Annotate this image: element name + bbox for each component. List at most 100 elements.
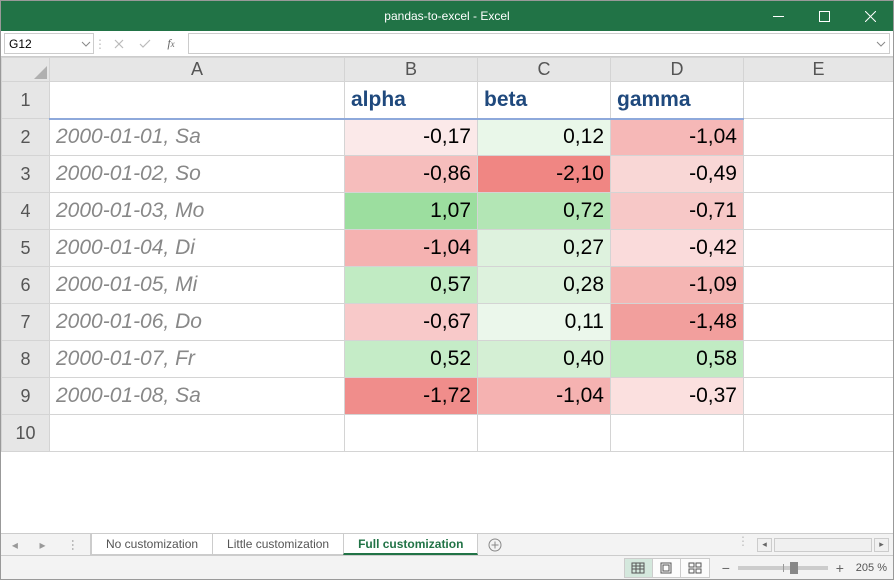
- maximize-button[interactable]: [801, 1, 847, 31]
- formula-input-wrap[interactable]: [188, 33, 890, 54]
- insert-function-button[interactable]: fx: [158, 33, 184, 55]
- cell[interactable]: 2000-01-05, Mi: [50, 267, 345, 304]
- cell[interactable]: [744, 304, 894, 341]
- sheet-tab[interactable]: Full customization: [343, 534, 478, 555]
- cell[interactable]: 0,57: [345, 267, 478, 304]
- row-header[interactable]: 6: [2, 267, 50, 304]
- row-header[interactable]: 4: [2, 193, 50, 230]
- row-header[interactable]: 8: [2, 341, 50, 378]
- cell[interactable]: alpha: [345, 82, 478, 119]
- cell[interactable]: 2000-01-01, Sa: [50, 119, 345, 156]
- row-header[interactable]: 5: [2, 230, 50, 267]
- sheet-tab[interactable]: Little customization: [212, 534, 344, 555]
- name-box[interactable]: [4, 33, 94, 54]
- cell[interactable]: 2000-01-04, Di: [50, 230, 345, 267]
- sheet-tab[interactable]: No customization: [91, 534, 213, 555]
- cell[interactable]: [744, 119, 894, 156]
- minimize-button[interactable]: [755, 1, 801, 31]
- zoom-out-button[interactable]: −: [718, 560, 734, 576]
- cell[interactable]: -1,04: [611, 119, 744, 156]
- cell[interactable]: 0,11: [478, 304, 611, 341]
- cell[interactable]: [744, 341, 894, 378]
- row-header[interactable]: 3: [2, 156, 50, 193]
- close-button[interactable]: [847, 1, 893, 31]
- cell[interactable]: [50, 82, 345, 119]
- cell[interactable]: -0,49: [611, 156, 744, 193]
- col-header[interactable]: A: [50, 58, 345, 82]
- formula-expand-icon[interactable]: [876, 39, 886, 49]
- cancel-icon[interactable]: [106, 33, 132, 55]
- cell[interactable]: [744, 82, 894, 119]
- zoom-slider-thumb[interactable]: [790, 562, 798, 574]
- cell[interactable]: 1,07: [345, 193, 478, 230]
- select-all-corner[interactable]: [2, 58, 50, 82]
- cell[interactable]: -0,71: [611, 193, 744, 230]
- cell[interactable]: [744, 230, 894, 267]
- scroll-right-button[interactable]: ▸: [874, 538, 889, 552]
- cell[interactable]: -1,48: [611, 304, 744, 341]
- cell[interactable]: 0,52: [345, 341, 478, 378]
- cell[interactable]: -0,86: [345, 156, 478, 193]
- cell[interactable]: 0,40: [478, 341, 611, 378]
- cell[interactable]: gamma: [611, 82, 744, 119]
- zoom-slider[interactable]: [738, 566, 828, 570]
- cell[interactable]: [744, 378, 894, 415]
- cell[interactable]: 0,12: [478, 119, 611, 156]
- cell[interactable]: -1,72: [345, 378, 478, 415]
- col-header[interactable]: D: [611, 58, 744, 82]
- cell[interactable]: -0,17: [345, 119, 478, 156]
- name-box-input[interactable]: [9, 37, 89, 51]
- cell[interactable]: [744, 156, 894, 193]
- cell[interactable]: -0,42: [611, 230, 744, 267]
- cell[interactable]: -1,04: [478, 378, 611, 415]
- row-header[interactable]: 1: [2, 82, 50, 119]
- zoom-in-button[interactable]: +: [832, 560, 848, 576]
- row-header[interactable]: 10: [2, 415, 50, 452]
- page-break-view-button[interactable]: [681, 559, 709, 577]
- horizontal-scrollbar[interactable]: ◂ ▸: [753, 534, 893, 555]
- cell[interactable]: -0,67: [345, 304, 478, 341]
- cell[interactable]: 0,58: [611, 341, 744, 378]
- name-box-dropdown-icon[interactable]: [81, 39, 91, 49]
- cell[interactable]: 2000-01-03, Mo: [50, 193, 345, 230]
- cell[interactable]: 2000-01-07, Fr: [50, 341, 345, 378]
- cell[interactable]: 2000-01-02, So: [50, 156, 345, 193]
- normal-view-button[interactable]: [625, 559, 653, 577]
- cell[interactable]: 0,72: [478, 193, 611, 230]
- cell[interactable]: [744, 267, 894, 304]
- sheet-nav-menu-icon[interactable]: ⋯: [66, 533, 80, 557]
- col-header[interactable]: C: [478, 58, 611, 82]
- cell[interactable]: beta: [478, 82, 611, 119]
- cell[interactable]: 2000-01-06, Do: [50, 304, 345, 341]
- cell[interactable]: [345, 415, 478, 452]
- row-header[interactable]: 2: [2, 119, 50, 156]
- zoom-level-label[interactable]: 205 %: [856, 562, 887, 574]
- cell[interactable]: 2000-01-08, Sa: [50, 378, 345, 415]
- spreadsheet-grid[interactable]: A B C D E 1 alphabetagamma 22000-01-01, Sa…: [1, 57, 893, 533]
- cell[interactable]: -1,09: [611, 267, 744, 304]
- sheet-nav-first-icon[interactable]: ◂: [6, 538, 24, 552]
- sheet-nav-prev-icon[interactable]: ▸: [33, 538, 51, 552]
- col-header[interactable]: B: [345, 58, 478, 82]
- cell[interactable]: -0,37: [611, 378, 744, 415]
- cell[interactable]: -1,04: [345, 230, 478, 267]
- col-header[interactable]: E: [744, 58, 894, 82]
- cell[interactable]: -2,10: [478, 156, 611, 193]
- formula-buttons: fx: [106, 33, 184, 54]
- cell[interactable]: [478, 415, 611, 452]
- page-layout-view-button[interactable]: [653, 559, 681, 577]
- row-header[interactable]: 9: [2, 378, 50, 415]
- cell[interactable]: [744, 193, 894, 230]
- scroll-track[interactable]: [774, 538, 872, 552]
- add-sheet-button[interactable]: [477, 534, 513, 555]
- row-header[interactable]: 7: [2, 304, 50, 341]
- cell[interactable]: [744, 415, 894, 452]
- tab-resize-handle[interactable]: ⋮: [733, 534, 753, 555]
- formula-input[interactable]: [193, 37, 885, 51]
- cell[interactable]: 0,28: [478, 267, 611, 304]
- scroll-left-button[interactable]: ◂: [757, 538, 772, 552]
- cell[interactable]: [50, 415, 345, 452]
- cell[interactable]: 0,27: [478, 230, 611, 267]
- cell[interactable]: [611, 415, 744, 452]
- enter-icon[interactable]: [132, 33, 158, 55]
